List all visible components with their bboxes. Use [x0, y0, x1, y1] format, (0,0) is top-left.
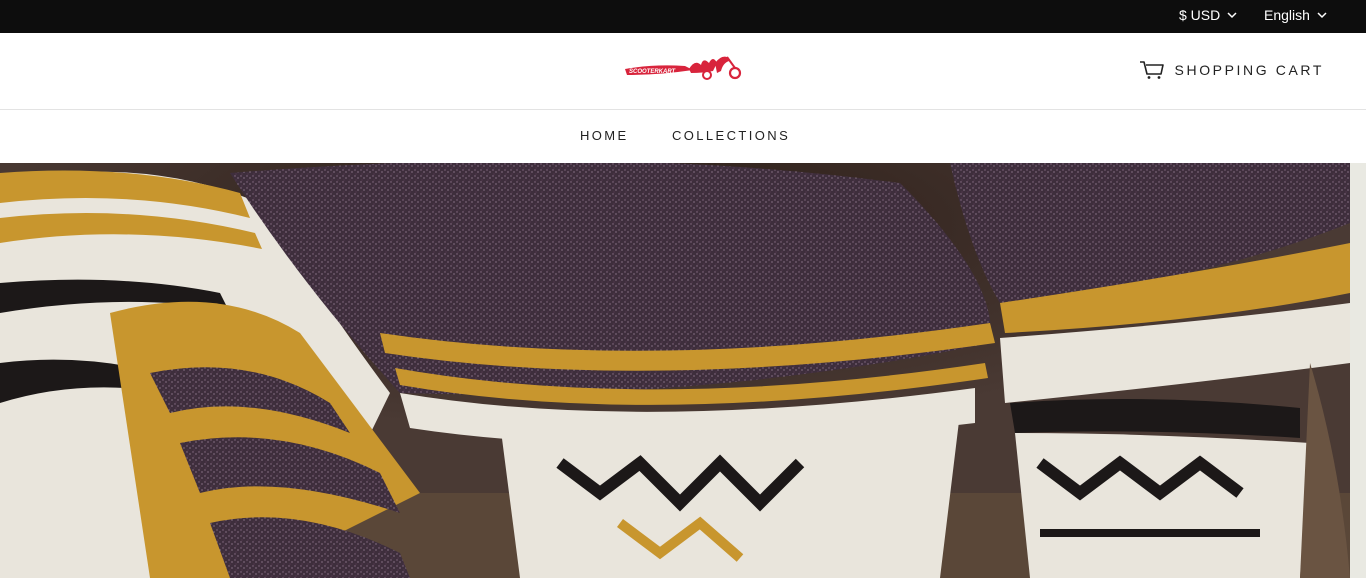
currency-label: $ USD [1179, 7, 1221, 23]
site-logo[interactable]: SCOOTERKART [623, 51, 743, 83]
nav-item-home[interactable]: HOME [580, 128, 629, 143]
language-selector[interactable]: English [1264, 0, 1327, 33]
chevron-down-icon [1227, 12, 1237, 18]
nav-item-collections[interactable]: COLLECTIONS [672, 128, 790, 143]
site-header: SCOOTERKART SHOPPING CART [0, 33, 1366, 110]
cart-icon [1139, 61, 1164, 79]
shopping-cart-link[interactable]: SHOPPING CART [1139, 59, 1324, 81]
scooterkart-logo-icon: SCOOTERKART [625, 56, 742, 80]
chevron-down-icon [1317, 12, 1327, 18]
cart-label: SHOPPING CART [1174, 62, 1324, 78]
top-utility-bar: $ USD English [0, 0, 1366, 33]
svg-text:SCOOTERKART: SCOOTERKART [629, 69, 677, 75]
hero-image [0, 163, 1350, 578]
page-scrollbar[interactable] [1350, 163, 1366, 578]
hero-banner [0, 163, 1350, 578]
main-navigation: HOME COLLECTIONS [0, 110, 1366, 163]
currency-selector[interactable]: $ USD [1179, 0, 1237, 33]
language-label: English [1264, 7, 1310, 23]
